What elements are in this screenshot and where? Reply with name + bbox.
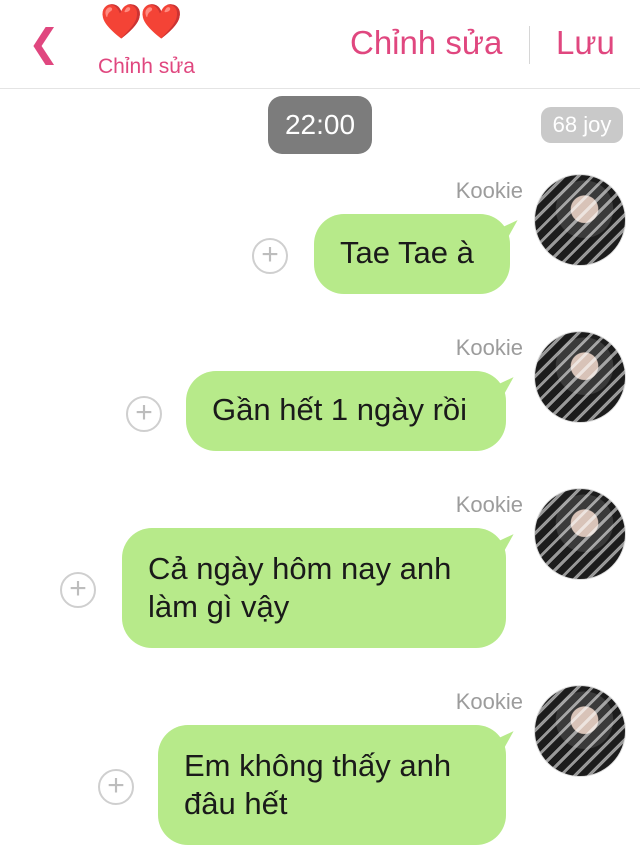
message-text-line: đâu hết — [184, 786, 288, 821]
avatar[interactable] — [534, 174, 626, 266]
sender-name: Kookie — [455, 492, 523, 517]
add-icon[interactable]: + — [126, 396, 162, 432]
add-icon[interactable]: + — [252, 238, 288, 274]
message-text-line: Em không thấy anh — [184, 748, 452, 783]
chevron-left-icon[interactable]: ❮ — [28, 22, 68, 66]
hearts-icon: ❤️❤️ — [100, 3, 183, 41]
save-button[interactable]: Lưu — [556, 24, 615, 62]
sender-name: Kookie — [455, 689, 523, 714]
message-bubble[interactable]: Cả ngày hôm nay anh làm gì vậy — [122, 528, 521, 648]
bubble-tail — [497, 220, 525, 244]
message-text: Tae Tae à — [340, 235, 474, 270]
header-subtitle: Chỉnh sửa — [98, 55, 195, 78]
message-bubble[interactable]: Em không thấy anh đâu hết — [158, 725, 521, 845]
joy-badge: 68 joy — [541, 107, 623, 143]
avatar[interactable] — [534, 331, 626, 423]
avatar[interactable] — [534, 685, 626, 777]
edit-button[interactable]: Chỉnh sửa — [350, 24, 502, 62]
time-divider[interactable]: 22:00 — [268, 96, 372, 154]
divider — [529, 26, 530, 64]
message-text-line: Cả ngày hôm nay anh — [148, 551, 452, 586]
message-text: Gần hết 1 ngày rồi — [212, 392, 468, 427]
top-bar: ❮ ❤️❤️ Chỉnh sửa Chỉnh sửa Lưu — [0, 0, 640, 89]
message-bubble[interactable]: Tae Tae à — [314, 214, 525, 294]
message-text-line: làm gì vậy — [148, 589, 290, 624]
add-icon[interactable]: + — [98, 769, 134, 805]
sender-name: Kookie — [455, 335, 523, 360]
add-icon[interactable]: + — [60, 572, 96, 608]
sender-name: Kookie — [455, 178, 523, 203]
avatar[interactable] — [534, 488, 626, 580]
message-bubble[interactable]: Gần hết 1 ngày rồi — [186, 371, 521, 451]
bubble-tail — [493, 377, 521, 401]
